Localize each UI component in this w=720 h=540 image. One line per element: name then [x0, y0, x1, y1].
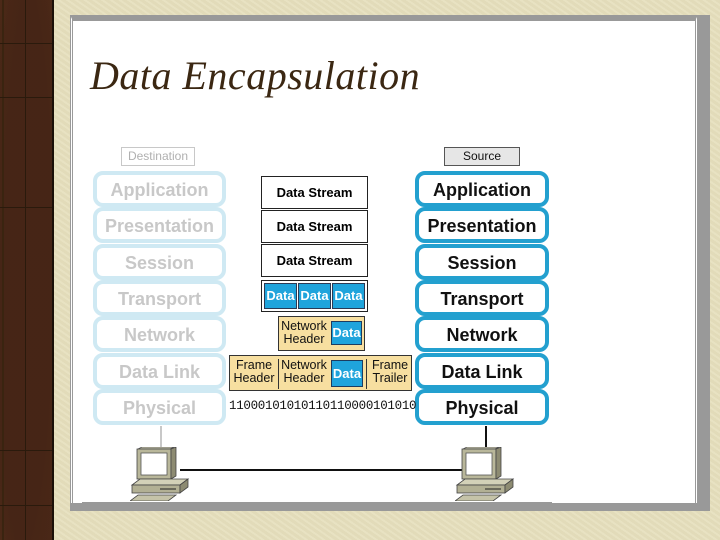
pdu-frame: Frame Header Network Header Data Frame T… — [229, 355, 412, 391]
segment-data: Data — [332, 283, 365, 309]
strip-line — [0, 207, 52, 208]
dest-layer-presentation: Presentation — [93, 207, 226, 243]
destination-label: Destination — [121, 147, 195, 166]
strip-line — [0, 450, 52, 451]
src-layer-network: Network — [415, 316, 549, 352]
strip-line — [0, 43, 52, 44]
slide-title: Data Encapsulation — [90, 53, 421, 98]
frame-network-header: Network Header — [279, 359, 329, 385]
strip-edge — [2, 0, 4, 540]
src-layer-presentation: Presentation — [415, 207, 549, 243]
src-layer-application: Application — [415, 171, 549, 207]
packet-data: Data — [331, 321, 362, 345]
network-link-cable — [180, 469, 470, 471]
diagram-bottom-border — [82, 502, 552, 505]
strip-line — [0, 505, 52, 506]
segment-data: Data — [298, 283, 331, 309]
pdu-segments: Data Data Data — [261, 280, 368, 312]
source-label: Source — [444, 147, 520, 166]
src-layer-physical: Physical — [415, 389, 549, 425]
frame-data: Data — [331, 360, 363, 387]
src-layer-data-link: Data Link — [415, 353, 549, 389]
pdu-packet: Network Header Data — [278, 316, 365, 351]
pdu-data-stream-application: Data Stream — [261, 176, 368, 209]
pdu-bits: 11000101010110110000101010 — [229, 399, 417, 413]
dest-layer-data-link: Data Link — [93, 353, 226, 389]
dest-layer-application: Application — [93, 171, 226, 207]
pdu-data-stream-presentation: Data Stream — [261, 210, 368, 243]
pdu-data-stream-session: Data Stream — [261, 244, 368, 277]
frame-header-line2: Header — [233, 371, 275, 385]
frame-trailer: Frame Trailer — [366, 359, 413, 389]
decorative-side-strip — [0, 0, 54, 540]
strip-line — [0, 97, 52, 98]
dest-layer-physical: Physical — [93, 389, 226, 425]
dest-layer-transport: Transport — [93, 280, 226, 316]
dest-layer-network: Network — [93, 316, 226, 352]
src-layer-session: Session — [415, 244, 549, 280]
frame-network-header-line2: Header — [283, 371, 325, 385]
dest-layer-session: Session — [93, 244, 226, 280]
frame-header: Frame Header — [230, 359, 279, 389]
packet-network-header: Network Header — [279, 320, 329, 346]
frame-trailer-line2: Trailer — [372, 371, 408, 385]
strip-line — [25, 0, 26, 540]
segment-data: Data — [264, 283, 297, 309]
src-layer-transport: Transport — [415, 280, 549, 316]
packet-header-line2: Header — [283, 332, 325, 346]
source-computer-icon — [455, 447, 515, 501]
destination-computer-icon — [130, 447, 190, 501]
